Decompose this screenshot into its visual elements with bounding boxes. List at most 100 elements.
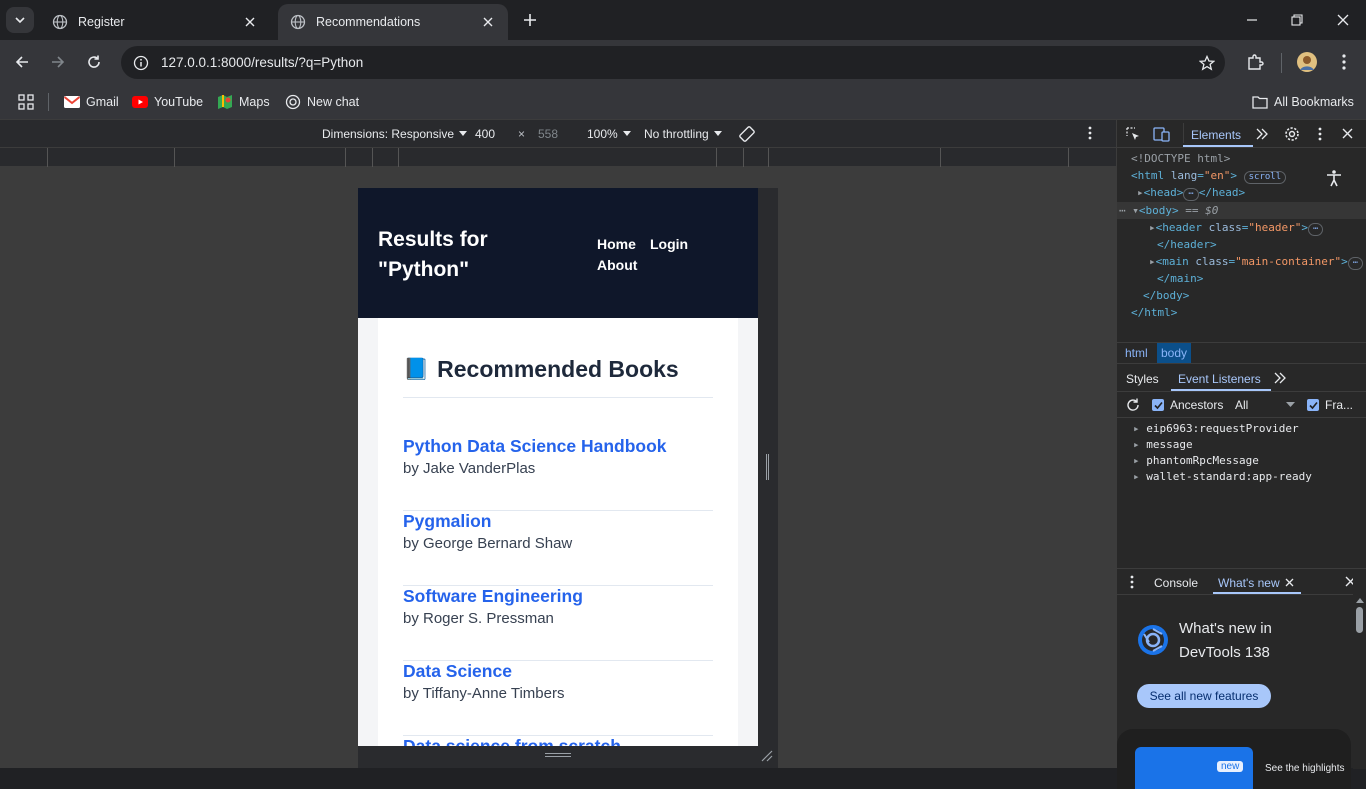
globe-icon (52, 14, 68, 30)
avatar-icon (1297, 52, 1317, 72)
browser-menu-button[interactable] (1330, 48, 1358, 76)
ellipsis-badge[interactable]: ⋯ (1347, 257, 1364, 270)
breadcrumb-body[interactable]: body (1157, 343, 1192, 363)
ancestors-checkbox[interactable] (1152, 399, 1164, 411)
breadcrumb-html[interactable]: html (1125, 346, 1148, 360)
new-tab-button[interactable] (518, 8, 542, 32)
tab-styles[interactable]: Styles (1126, 372, 1159, 386)
ellipsis-badge[interactable]: ⋯ (1183, 188, 1199, 201)
ellipsis-icon: ⋯ (1119, 204, 1126, 217)
tab-register[interactable]: Register (40, 4, 270, 40)
device-toggle-icon[interactable] (1153, 127, 1170, 142)
dom-doctype[interactable]: <!DOCTYPE html> (1131, 152, 1230, 165)
bookmark-gmail[interactable]: Gmail (64, 92, 119, 112)
framework-listeners-checkbox[interactable] (1307, 399, 1319, 411)
book-title-link[interactable]: Data science from scratch (403, 736, 621, 746)
tab-whats-new[interactable]: What's new (1218, 576, 1280, 590)
device-toolbar-menu-button[interactable] (1088, 126, 1092, 143)
scroll-badge[interactable]: scroll (1243, 171, 1287, 184)
height-input[interactable]: 558 (538, 127, 558, 141)
profile-avatar[interactable] (1293, 48, 1321, 76)
width-input[interactable]: 400 (475, 127, 495, 141)
restore-button[interactable] (1281, 6, 1313, 34)
close-icon[interactable] (1285, 578, 1294, 587)
dimensions-dropdown[interactable]: Dimensions: Responsive (322, 127, 468, 141)
book-title-link[interactable]: Data Science (403, 661, 512, 682)
minimize-button[interactable] (1236, 6, 1268, 34)
dom-body-node[interactable]: ⋯ ▾<body> == $0 (1119, 204, 1218, 217)
book-title-link[interactable]: Pygmalion (403, 511, 492, 532)
bookmark-youtube[interactable]: YouTube (132, 92, 203, 112)
drawer-scrollbar-track[interactable] (1353, 569, 1366, 769)
expand-triangle-icon[interactable]: ▸ (1149, 255, 1156, 268)
more-tabs-icon[interactable] (1256, 128, 1268, 140)
dom-header-node[interactable]: ▸<header class="header"> ⋯ (1149, 221, 1324, 236)
selected-marker: == $0 (1185, 204, 1219, 217)
book-item: Data science from scratch (403, 736, 713, 746)
dom-attr-name: class (1195, 255, 1229, 268)
all-bookmarks-label: All Bookmarks (1274, 95, 1354, 109)
bookmark-maps[interactable]: Maps (217, 92, 270, 112)
ellipsis-badge[interactable]: ⋯ (1307, 223, 1324, 236)
more-tabs-icon[interactable] (1274, 372, 1286, 384)
close-window-button[interactable] (1327, 6, 1359, 34)
highlights-link[interactable]: See the highlights (1265, 763, 1345, 774)
book-title-link[interactable]: Python Data Science Handbook (403, 436, 667, 457)
extensions-button[interactable] (1241, 48, 1269, 76)
rotate-button[interactable] (738, 125, 756, 146)
address-bar[interactable]: 127.0.0.1:8000/results/?q=Python (121, 46, 1225, 79)
listener-item[interactable]: ▸ eip6963:requestProvider (1133, 422, 1299, 435)
dom-html-node[interactable]: <html lang="en"> scroll (1131, 169, 1287, 184)
reload-button[interactable] (80, 48, 108, 76)
highlights-card[interactable]: new See the highlights (1117, 729, 1351, 789)
active-tab-indicator (1213, 592, 1301, 594)
new-badge: new (1217, 761, 1244, 772)
tab-recommendations[interactable]: Recommendations (278, 4, 508, 40)
ruler-tick (398, 148, 399, 167)
corner-resize-icon[interactable] (761, 750, 773, 762)
refresh-icon[interactable] (1126, 398, 1140, 412)
emulated-page: Results for "Python" Home Login About 📘 … (358, 188, 758, 746)
tab-event-listeners[interactable]: Event Listeners (1178, 372, 1261, 386)
viewport-resize-handle-bottom[interactable] (358, 746, 778, 768)
tab-console[interactable]: Console (1154, 576, 1198, 590)
listener-item[interactable]: ▸ message (1133, 438, 1193, 451)
listener-item[interactable]: ▸ wallet-standard:app-ready (1133, 470, 1312, 483)
listener-item[interactable]: ▸ phantomRpcMessage (1133, 454, 1259, 467)
drawer-scrollbar-thumb[interactable] (1356, 607, 1363, 633)
kebab-menu-icon[interactable] (1130, 575, 1134, 589)
expand-triangle-icon[interactable]: ▸ (1149, 221, 1156, 234)
dom-main-node[interactable]: ▸<main class="main-container"> ⋯ (1149, 255, 1364, 270)
inspect-element-icon[interactable] (1126, 127, 1141, 142)
zoom-dropdown[interactable]: 100% (587, 127, 631, 141)
tab-search-button[interactable] (6, 7, 34, 33)
nav-about-link[interactable]: About (597, 257, 637, 273)
listener-type-select[interactable]: All (1235, 398, 1248, 412)
tab-elements[interactable]: Elements (1191, 128, 1241, 142)
close-icon[interactable] (480, 14, 496, 30)
all-bookmarks-button[interactable]: All Bookmarks (1252, 92, 1354, 112)
dom-head-node[interactable]: ▸<head> ⋯ </head> (1137, 186, 1245, 201)
close-icon[interactable] (1342, 128, 1353, 139)
nav-home-link[interactable]: Home (597, 236, 636, 252)
see-all-features-button[interactable]: See all new features (1137, 684, 1271, 708)
viewport-resize-handle-right[interactable] (758, 188, 778, 746)
book-title-link[interactable]: Software Engineering (403, 586, 583, 607)
apps-button[interactable] (18, 92, 34, 112)
close-icon[interactable] (242, 14, 258, 30)
bookmark-star-icon[interactable] (1189, 54, 1225, 71)
bookmark-new-chat[interactable]: New chat (285, 92, 359, 112)
nav-login-link[interactable]: Login (650, 236, 688, 252)
expand-triangle-icon[interactable]: ▾ (1132, 204, 1139, 217)
accessibility-icon[interactable] (1325, 169, 1343, 187)
back-button[interactable] (8, 48, 36, 76)
site-info-icon[interactable] (125, 55, 157, 71)
settings-gear-icon[interactable] (1284, 126, 1300, 142)
arrow-right-icon (52, 56, 65, 68)
kebab-menu-icon[interactable] (1318, 127, 1322, 141)
throttling-dropdown[interactable]: No throttling (644, 127, 722, 141)
scroll-up-icon[interactable] (1356, 597, 1364, 603)
forward-button[interactable] (44, 48, 72, 76)
expand-triangle-icon[interactable]: ▸ (1137, 186, 1144, 199)
bookmark-label: YouTube (154, 95, 204, 109)
